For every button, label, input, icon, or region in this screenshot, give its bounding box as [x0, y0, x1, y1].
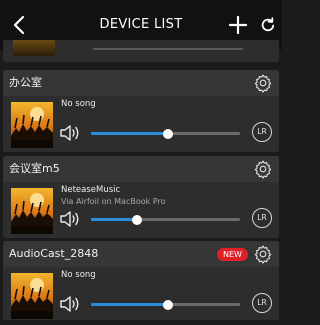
mute-button[interactable] — [59, 124, 81, 142]
volume-slider[interactable] — [91, 215, 240, 225]
chevron-left-icon — [13, 15, 25, 35]
device-title-row: 办公室 — [3, 70, 279, 96]
volume-slider-thumb[interactable] — [132, 215, 143, 225]
channel-lr-button[interactable]: LR — [252, 122, 272, 142]
volume-slider-thumb[interactable] — [163, 300, 174, 310]
mute-button[interactable] — [59, 210, 81, 228]
volume-slider-fill — [91, 218, 138, 221]
source-subtitle: Via Airfoil on MacBook Pro — [61, 197, 166, 206]
refresh-icon — [261, 17, 275, 32]
volume-slider-fill — [91, 303, 169, 306]
settings-button[interactable] — [253, 244, 273, 264]
speaker-icon — [60, 211, 79, 227]
device-name: 会议室m5 — [9, 162, 60, 175]
song-title: NeteaseMusic — [61, 185, 121, 195]
volume-slider-thumb[interactable] — [163, 129, 174, 139]
new-badge: NEW — [217, 248, 248, 261]
volume-slider[interactable] — [91, 300, 240, 310]
gear-icon — [254, 74, 272, 93]
speaker-icon — [60, 296, 79, 312]
song-title: No song — [61, 99, 96, 109]
device-title-row: AudioCast_2848 NEW — [3, 241, 279, 267]
device-name: 办公室 — [9, 76, 42, 89]
album-art[interactable] — [11, 188, 53, 234]
album-art — [13, 40, 55, 56]
list-bottom — [0, 320, 282, 325]
album-art[interactable] — [11, 273, 53, 319]
device-card[interactable]: AudioCast_2848 NEW No song LR — [3, 241, 279, 323]
device-title-row: 会议室m5 — [3, 156, 279, 182]
device-card[interactable]: 办公室 No song LR — [3, 70, 279, 152]
settings-button[interactable] — [253, 159, 273, 179]
device-name: AudioCast_2848 — [9, 247, 99, 260]
plus-icon — [229, 16, 247, 34]
volume-slider-fill — [91, 132, 169, 135]
gear-icon — [254, 160, 272, 179]
device-card[interactable]: 会议室m5 NeteaseMusic Via Airfoil on MacBoo… — [3, 156, 279, 238]
settings-button[interactable] — [253, 73, 273, 93]
volume-slider[interactable] — [91, 129, 240, 139]
song-title: No song — [61, 270, 96, 280]
gear-icon — [254, 245, 272, 264]
channel-lr-button[interactable]: LR — [252, 293, 272, 313]
speaker-icon — [60, 125, 79, 141]
device-card-partial — [3, 40, 279, 62]
album-art[interactable] — [11, 102, 53, 148]
mute-button[interactable] — [59, 295, 81, 313]
volume-slider[interactable] — [93, 48, 243, 50]
channel-lr-button[interactable]: LR — [252, 208, 272, 228]
